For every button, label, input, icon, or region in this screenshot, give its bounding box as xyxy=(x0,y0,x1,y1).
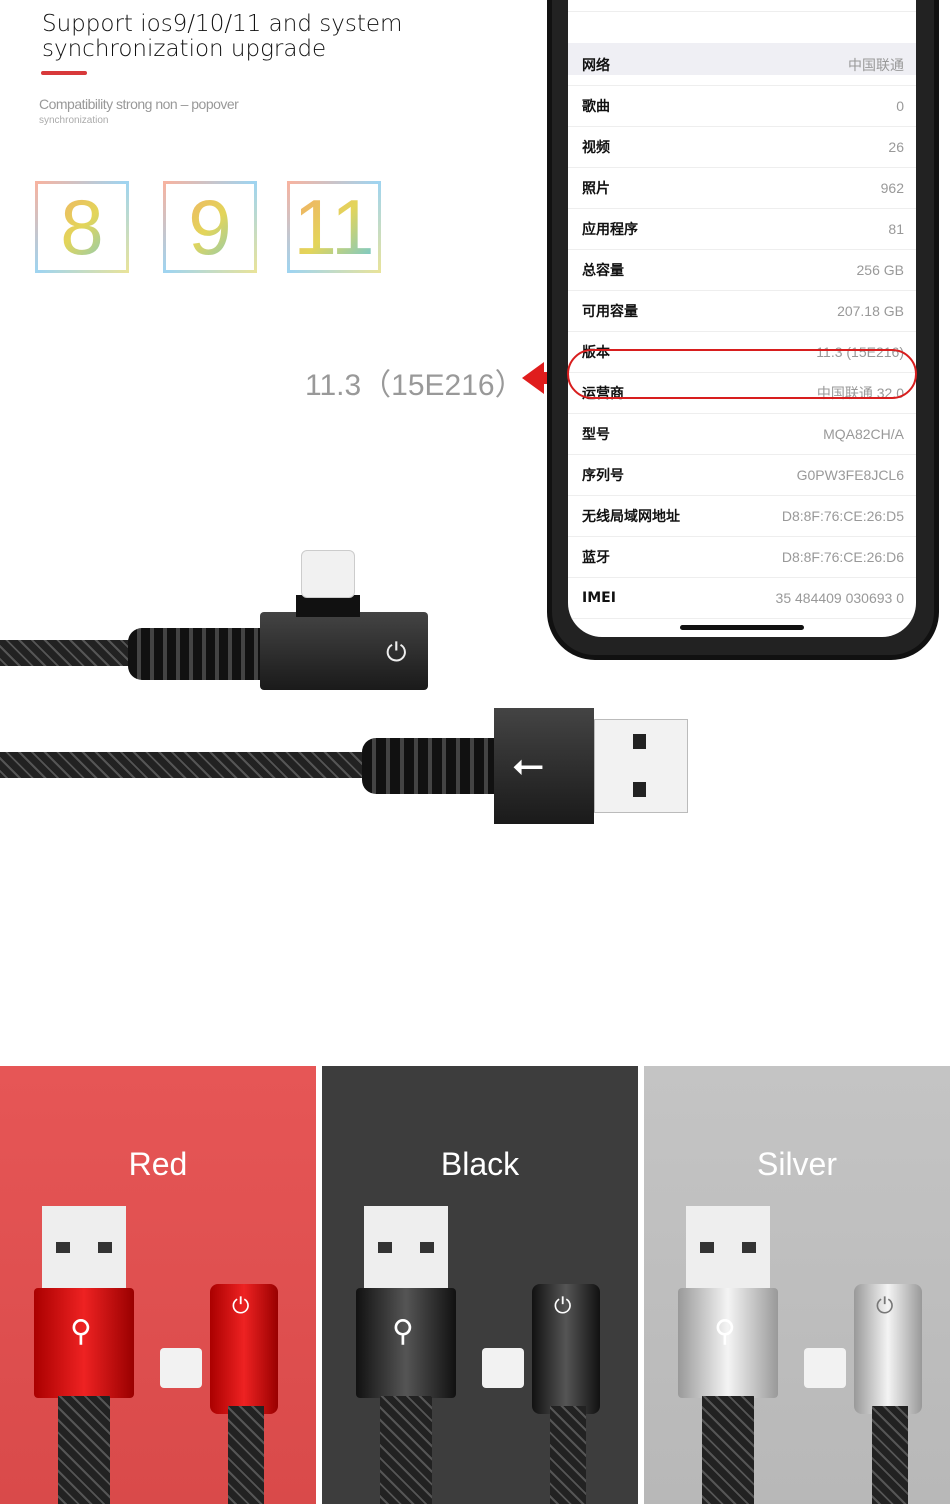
usb-pin xyxy=(633,782,646,797)
lightning-plug xyxy=(804,1348,846,1388)
info-value: 256 GB xyxy=(856,262,904,278)
info-key: 应用程序 xyxy=(582,222,638,238)
info-value: 207.18 GB xyxy=(837,303,904,319)
headline-line1: Support ios9/10/11 and system xyxy=(42,11,403,37)
info-key: 型号 xyxy=(582,427,610,443)
subtitle-small: synchronization xyxy=(39,115,109,126)
usb-plug xyxy=(686,1206,770,1291)
info-key: 视频 xyxy=(582,140,610,156)
usb-connector-body: ⚲ xyxy=(34,1288,134,1398)
phone-mockup: 名称iPhone > 网络 中国联通歌曲 0 视频 26 照片 962 应用程序 81 总容量 256… xyxy=(547,0,939,660)
info-row: 视频 26 xyxy=(568,127,916,168)
usb-plug xyxy=(364,1206,448,1291)
ios-version-11: 11 xyxy=(287,181,381,273)
usb-icon: ⚲ xyxy=(70,1314,92,1349)
info-value: 35 484409 030693 0 xyxy=(775,590,904,606)
cable-strain-relief xyxy=(362,738,497,794)
usb-icon: ⭠ xyxy=(512,742,544,788)
info-key: 无线局域网地址 xyxy=(582,509,680,525)
info-key: 名称 xyxy=(582,0,610,1)
variant-label: Black xyxy=(440,1146,520,1182)
power-icon: ⏻ xyxy=(876,1294,894,1319)
home-indicator xyxy=(680,625,804,630)
lightning-connector-body: ⏻ xyxy=(532,1284,600,1414)
info-row: 照片 962 xyxy=(568,168,916,209)
lightning-neck xyxy=(296,595,360,617)
lightning-plug xyxy=(301,550,355,598)
info-key: 序列号 xyxy=(582,468,624,484)
variant-silver[interactable]: Silver ⚲ ⏻ xyxy=(644,1066,950,1504)
ios-version-9: 9 xyxy=(163,181,257,273)
braided-cable xyxy=(702,1396,754,1504)
lightning-connector-body: ⏻ xyxy=(210,1284,278,1414)
info-key: 总容量 xyxy=(582,263,624,279)
info-row: 序列号 G0PW3FE8JCL6 xyxy=(568,455,916,496)
headline: Support ios9/10/11 and system synchroniza… xyxy=(42,12,402,62)
info-key: IMEI xyxy=(582,590,616,606)
info-row: 型号 MQA82CH/A xyxy=(568,414,916,455)
braided-cable xyxy=(380,1396,432,1504)
info-value: 81 xyxy=(888,221,904,237)
info-value: 中国联通 xyxy=(848,57,904,73)
power-icon: ⏻ xyxy=(554,1294,572,1319)
variant-black[interactable]: Black ⚲ ⏻ xyxy=(322,1066,638,1504)
lightning-plug xyxy=(160,1348,202,1388)
accent-divider xyxy=(41,71,87,75)
usb-connector-body xyxy=(494,708,594,824)
info-key: 歌曲 xyxy=(582,99,610,115)
braided-cable xyxy=(58,1396,110,1504)
braided-cable xyxy=(872,1406,908,1504)
lightning-connector-body: ⏻ xyxy=(854,1284,922,1414)
info-value: MQA82CH/A xyxy=(823,426,904,442)
phone-screen: 名称iPhone > 网络 中国联通歌曲 0 视频 26 照片 962 应用程序 81 总容量 256… xyxy=(568,0,916,637)
braided-cable xyxy=(0,640,135,666)
braided-cable xyxy=(550,1406,586,1504)
usb-pin xyxy=(633,734,646,749)
usb-icon: ⚲ xyxy=(714,1314,736,1349)
lightning-plug xyxy=(482,1348,524,1388)
info-value: 0 xyxy=(896,98,904,114)
info-row: IMEI 35 484409 030693 0 xyxy=(568,578,916,619)
info-value: G0PW3FE8JCL6 xyxy=(796,467,904,483)
usb-connector-body: ⚲ xyxy=(356,1288,456,1398)
info-row: 总容量 256 GB xyxy=(568,250,916,291)
info-row: 网络 中国联通 xyxy=(568,45,916,86)
info-value: 962 xyxy=(880,180,904,196)
info-key: 照片 xyxy=(582,181,610,197)
info-key: 可用容量 xyxy=(582,304,638,320)
info-value: 26 xyxy=(888,139,904,155)
usb-icon: ⚲ xyxy=(392,1314,414,1349)
info-row: 蓝牙 D8:8F:76:CE:26:D6 xyxy=(568,537,916,578)
usb-plug xyxy=(42,1206,126,1291)
version-callout: 11.3（15E216） xyxy=(305,369,525,402)
info-key: 网络 xyxy=(582,58,610,74)
info-row[interactable]: 名称iPhone > xyxy=(568,0,916,12)
info-key: 蓝牙 xyxy=(582,550,610,566)
version-highlight-ring xyxy=(567,349,917,399)
info-row: 歌曲 0 xyxy=(568,86,916,127)
variant-label: Silver xyxy=(756,1146,837,1182)
info-value: D8:8F:76:CE:26:D5 xyxy=(781,508,904,524)
cable-strain-relief xyxy=(128,628,263,680)
variant-label: Red xyxy=(128,1146,188,1182)
ios-version-8: 8 xyxy=(35,181,129,273)
arrow-head-icon xyxy=(522,362,544,394)
subtitle: Compatibility strong non – popover xyxy=(39,96,239,112)
info-value: D8:8F:76:CE:26:D6 xyxy=(781,549,904,565)
braided-cable xyxy=(228,1406,264,1504)
variant-red[interactable]: Red ⚲ ⏻ xyxy=(0,1066,316,1504)
info-row: 可用容量 207.18 GB xyxy=(568,291,916,332)
usb-connector-body: ⚲ xyxy=(678,1288,778,1398)
info-row: 应用程序 81 xyxy=(568,209,916,250)
power-icon: ⏻ xyxy=(232,1294,250,1319)
braided-cable xyxy=(0,752,370,778)
info-row: 无线局域网地址 D8:8F:76:CE:26:D5 xyxy=(568,496,916,537)
power-icon: ⏻ xyxy=(386,638,407,668)
headline-line2: synchronization upgrade xyxy=(42,36,327,62)
